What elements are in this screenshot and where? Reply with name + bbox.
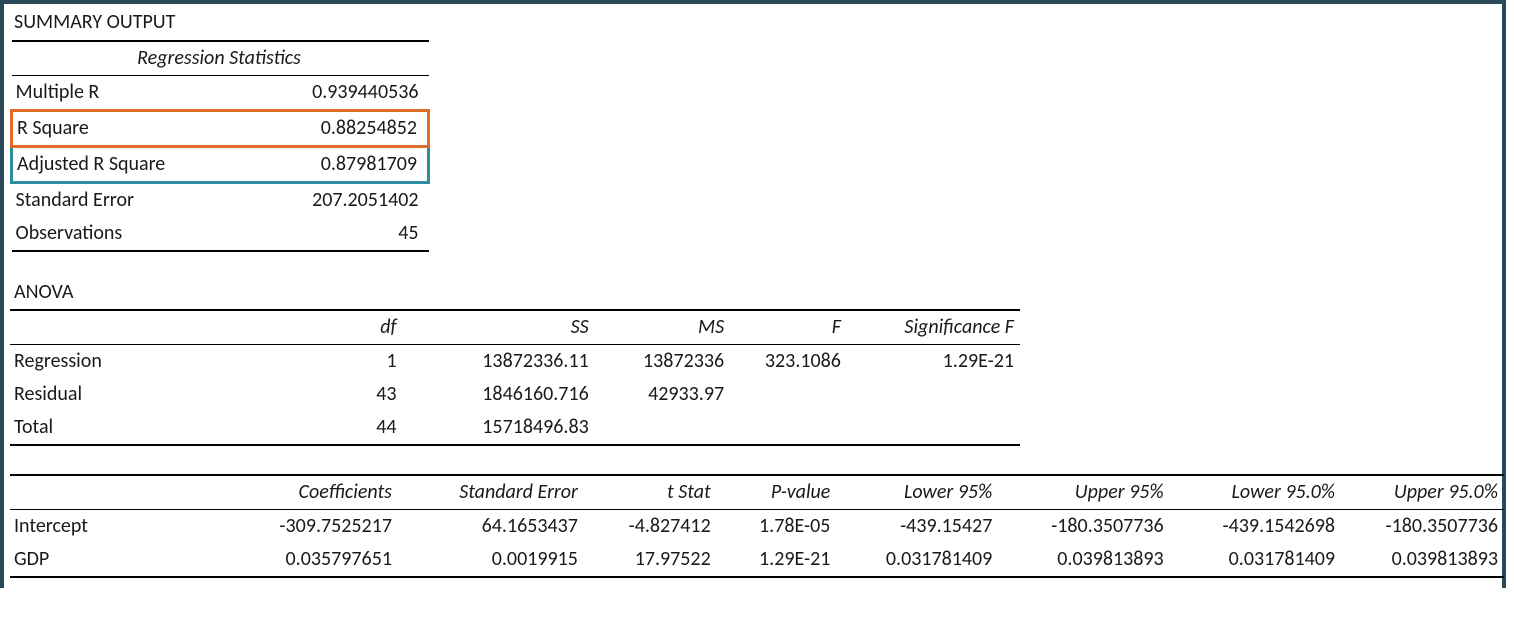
coef-cell: -180.3507736 — [1341, 510, 1504, 544]
anova-cell: 43 — [237, 378, 403, 411]
stat-label: Standard Error — [12, 183, 237, 218]
stat-row-r-square: R Square 0.88254852 — [12, 111, 429, 147]
anova-row-total: Total 44 15718496.83 — [10, 411, 1020, 445]
anova-cell: 13872336 — [595, 345, 730, 379]
anova-cell: 1.29E-21 — [847, 345, 1020, 379]
stat-value: 0.88254852 — [237, 111, 429, 147]
anova-col-ss: SS — [403, 310, 595, 345]
coef-row-intercept: Intercept -309.7525217 64.1653437 -4.827… — [10, 510, 1504, 544]
anova-cell: 1846160.716 — [403, 378, 595, 411]
stat-label: Observations — [12, 217, 237, 251]
coef-header-row: Coefficients Standard Error t Stat P-val… — [10, 475, 1504, 510]
anova-row-label: Regression — [10, 345, 237, 379]
anova-cell — [730, 411, 847, 445]
coef-col-upper-95-0: Upper 95.0% — [1341, 475, 1504, 510]
regression-statistics-table: Regression Statistics Multiple R 0.93944… — [10, 40, 430, 252]
stat-value: 45 — [237, 217, 429, 251]
stat-label: Multiple R — [12, 76, 237, 111]
anova-cell: 15718496.83 — [403, 411, 595, 445]
coef-cell: 17.97522 — [584, 543, 717, 577]
regression-statistics-heading: Regression Statistics — [12, 41, 429, 76]
coef-col-p-value: P-value — [717, 475, 837, 510]
anova-header-row: df SS MS F Significance F — [10, 310, 1020, 345]
anova-cell: 13872336.11 — [403, 345, 595, 379]
coef-cell: 0.039813893 — [1341, 543, 1504, 577]
stat-value: 0.939440536 — [237, 76, 429, 111]
anova-col-f: F — [730, 310, 847, 345]
coef-cell: 1.78E-05 — [717, 510, 837, 544]
coef-cell: 0.039813893 — [998, 543, 1169, 577]
stat-row-multiple-r: Multiple R 0.939440536 — [12, 76, 429, 111]
stat-row-standard-error: Standard Error 207.2051402 — [12, 183, 429, 218]
coef-col-lower-95-0: Lower 95.0% — [1170, 475, 1341, 510]
anova-col-ms: MS — [595, 310, 730, 345]
coef-row-gdp: GDP 0.035797651 0.0019915 17.97522 1.29E… — [10, 543, 1504, 577]
anova-table: ANOVA df SS MS F Significance F Regressi… — [10, 276, 1020, 446]
anova-cell — [847, 411, 1020, 445]
coef-row-label: GDP — [10, 543, 227, 577]
coef-cell: -4.827412 — [584, 510, 717, 544]
coef-col-t-stat: t Stat — [584, 475, 717, 510]
anova-cell: 42933.97 — [595, 378, 730, 411]
stat-label: R Square — [12, 111, 237, 147]
coef-cell: 1.29E-21 — [717, 543, 837, 577]
coef-cell: 64.1653437 — [398, 510, 584, 544]
anova-cell: 1 — [237, 345, 403, 379]
anova-cell — [730, 378, 847, 411]
coef-col-upper-95: Upper 95% — [998, 475, 1169, 510]
anova-row-label: Residual — [10, 378, 237, 411]
coef-cell: -309.7525217 — [227, 510, 398, 544]
coef-cell: 0.031781409 — [1170, 543, 1341, 577]
anova-heading: ANOVA — [10, 276, 1020, 310]
anova-col-significance-f: Significance F — [847, 310, 1020, 345]
stat-row-adjusted-r-square: Adjusted R Square 0.87981709 — [12, 147, 429, 183]
coef-col-lower-95: Lower 95% — [836, 475, 998, 510]
coef-cell: -439.15427 — [836, 510, 998, 544]
anova-row-residual: Residual 43 1846160.716 42933.97 — [10, 378, 1020, 411]
stat-label: Adjusted R Square — [12, 147, 237, 183]
coef-col-coefficients: Coefficients — [227, 475, 398, 510]
anova-cell — [595, 411, 730, 445]
stat-value: 0.87981709 — [237, 147, 429, 183]
anova-cell — [847, 378, 1020, 411]
anova-row-label: Total — [10, 411, 237, 445]
summary-output-title: SUMMARY OUTPUT — [10, 10, 175, 34]
coef-cell: 0.035797651 — [227, 543, 398, 577]
coef-cell: 0.0019915 — [398, 543, 584, 577]
anova-cell: 44 — [237, 411, 403, 445]
anova-row-regression: Regression 1 13872336.11 13872336 323.10… — [10, 345, 1020, 379]
coef-row-label: Intercept — [10, 510, 227, 544]
stat-row-observations: Observations 45 — [12, 217, 429, 251]
stat-value: 207.2051402 — [237, 183, 429, 218]
coef-col-standard-error: Standard Error — [398, 475, 584, 510]
coefficients-table: Coefficients Standard Error t Stat P-val… — [10, 474, 1504, 578]
coef-cell: -439.1542698 — [1170, 510, 1341, 544]
coef-cell: 0.031781409 — [836, 543, 998, 577]
coef-cell: -180.3507736 — [998, 510, 1169, 544]
anova-col-df: df — [237, 310, 403, 345]
anova-cell: 323.1086 — [730, 345, 847, 379]
